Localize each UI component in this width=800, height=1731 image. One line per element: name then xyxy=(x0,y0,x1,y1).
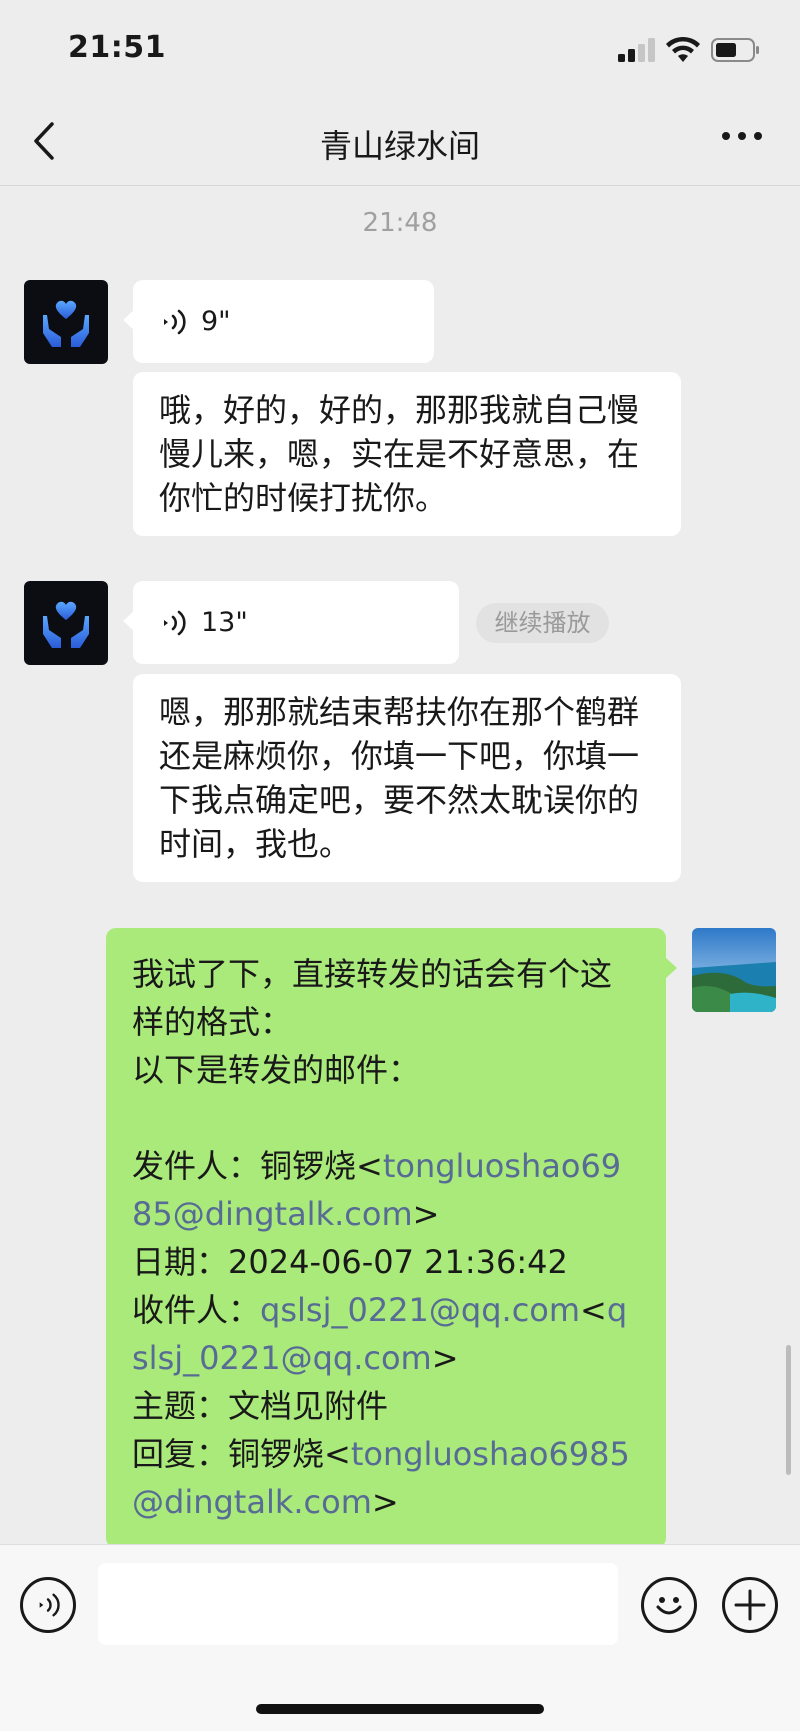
signal-icon xyxy=(618,38,656,62)
input-bar xyxy=(0,1544,800,1731)
contact-avatar[interactable] xyxy=(24,280,108,364)
nav-bar: 青山绿水间 xyxy=(0,96,800,186)
voice-message-bubble[interactable]: 13" xyxy=(123,581,459,664)
emoji-icon xyxy=(656,1597,682,1615)
voice-icon xyxy=(164,610,186,635)
outgoing-message-text: 我试了下，直接转发的话会有个这样的格式： 以下是转发的邮件： 发件人：铜锣烧<t… xyxy=(132,955,630,1521)
emoji-button[interactable] xyxy=(641,1577,697,1633)
heart-hands-icon xyxy=(43,300,89,347)
voice-icon xyxy=(164,309,186,334)
status-bar: 21:51 xyxy=(0,0,800,96)
voice-transcript: 嗯，那那就结束帮扶你在那个鹤群还是麻烦你，你填一下吧，你填一下我点确定吧，要不然… xyxy=(133,674,681,882)
battery-icon xyxy=(711,38,759,62)
my-avatar[interactable] xyxy=(692,928,776,1012)
heart-hands-icon xyxy=(43,601,89,648)
more-functions-button[interactable] xyxy=(722,1577,778,1633)
voice-transcript: 哦，好的，好的，那那我就自己慢慢儿来，嗯，实在是不好意思，在你忙的时候打扰你。 xyxy=(133,372,681,536)
continue-play-button[interactable]: 继续播放 xyxy=(476,603,609,643)
home-indicator xyxy=(256,1704,544,1714)
voice-icon xyxy=(39,1593,60,1617)
voice-duration: 13" xyxy=(201,607,248,638)
voice-duration: 9" xyxy=(201,306,231,337)
chat-title: 青山绿水间 xyxy=(319,127,480,165)
landscape-image xyxy=(692,928,776,1012)
recipient-email-link[interactable]: qslsj_0221@qq.com xyxy=(260,1291,580,1329)
contact-avatar[interactable] xyxy=(24,581,108,665)
message-timestamp: 21:48 xyxy=(362,208,438,238)
status-time: 21:51 xyxy=(68,30,166,65)
wifi-icon xyxy=(666,36,700,62)
message-input[interactable] xyxy=(98,1563,618,1645)
voice-message-bubble[interactable]: 9" xyxy=(123,280,434,363)
plus-icon xyxy=(734,1589,766,1621)
more-icon[interactable] xyxy=(722,130,762,144)
voice-input-button[interactable] xyxy=(20,1577,76,1633)
scrollbar[interactable] xyxy=(786,1345,791,1475)
outgoing-message-bubble[interactable]: 我试了下，直接转发的话会有个这样的格式： 以下是转发的邮件： 发件人：铜锣烧<t… xyxy=(106,928,677,1548)
